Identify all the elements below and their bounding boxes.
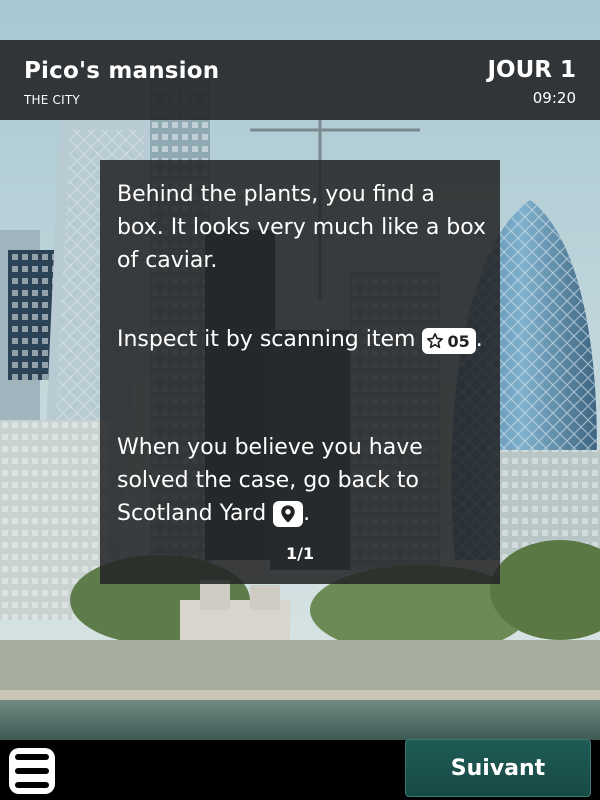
- paragraph-2-period: .: [475, 327, 483, 352]
- story-paragraph-3: When you believe you have solved the cas…: [117, 431, 487, 530]
- star-outline-icon: [427, 333, 444, 349]
- map-pin-icon: [281, 505, 295, 523]
- day-label: JOUR 1: [487, 57, 576, 83]
- page-indicator: 1/1: [285, 544, 315, 563]
- story-paragraph-1: Behind the plants, you find a box. It lo…: [117, 182, 487, 273]
- story-paragraph-2: Inspect it by scanning item 05 .: [117, 323, 487, 356]
- story-paragraph-2-text: Inspect it by scanning item: [117, 327, 416, 352]
- paragraph-3-period: .: [303, 501, 311, 526]
- item-chip[interactable]: 05: [422, 328, 476, 354]
- item-code: 05: [447, 331, 470, 351]
- location-header: Pico's mansion THE CITY JOUR 1 09:20: [0, 40, 600, 120]
- location-area: THE CITY: [24, 93, 80, 107]
- location-chip[interactable]: [273, 501, 304, 527]
- story-dialog: Behind the plants, you find a box. It lo…: [100, 160, 500, 584]
- menu-button[interactable]: [9, 748, 55, 794]
- time-label: 09:20: [532, 89, 576, 107]
- location-name: Pico's mansion: [24, 58, 220, 84]
- next-button[interactable]: Suivant: [405, 739, 591, 797]
- story-paragraph-3-text: When you believe you have solved the cas…: [117, 435, 423, 526]
